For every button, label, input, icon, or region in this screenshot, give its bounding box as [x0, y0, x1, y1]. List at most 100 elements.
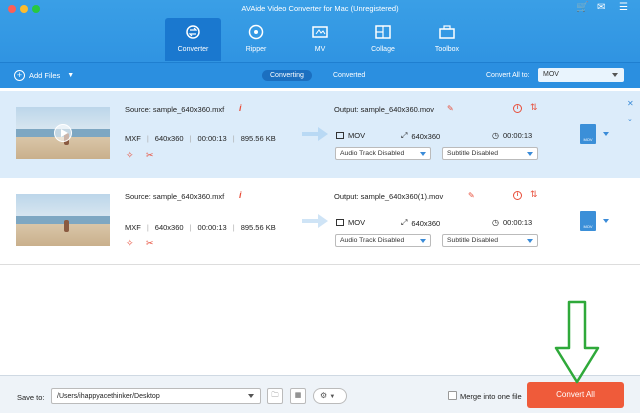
- enhance-icon[interactable]: ✧: [126, 238, 134, 249]
- video-thumbnail[interactable]: [16, 194, 110, 246]
- output-format-badge[interactable]: MOV: [580, 124, 596, 144]
- play-icon[interactable]: [54, 124, 72, 142]
- convert-all-button[interactable]: Convert All: [527, 382, 624, 408]
- tab-toolbox[interactable]: Toolbox: [419, 18, 475, 60]
- info-icon[interactable]: i: [239, 190, 242, 200]
- source-meta: MXF | 640x360 | 00:00:13 | 895.56 KB: [125, 223, 276, 232]
- tab-mv[interactable]: MV: [292, 18, 348, 60]
- resize-icon: ⤢: [401, 218, 408, 227]
- collage-icon: [375, 25, 391, 39]
- edit-icon[interactable]: ✎: [468, 191, 475, 200]
- output-duration: 00:00:13: [502, 131, 533, 140]
- add-files-button[interactable]: + Add Files ▼: [14, 70, 74, 81]
- chevron-down-icon[interactable]: [603, 219, 609, 223]
- source-resolution: 640x360: [154, 134, 184, 143]
- tab-collage[interactable]: Collage: [355, 18, 411, 60]
- info-icon[interactable]: i: [513, 191, 522, 200]
- source-format: MXF: [125, 223, 141, 232]
- source-format: MXF: [125, 134, 141, 143]
- close-icon[interactable]: ✕: [627, 99, 634, 108]
- source-size: 895.56 KB: [240, 134, 276, 143]
- chevron-down-icon[interactable]: ⌄: [627, 115, 633, 123]
- source-filename: Source: sample_640x360.mxf: [125, 105, 225, 114]
- cut-icon[interactable]: ✂: [146, 150, 154, 161]
- resize-icon: ⤢: [401, 131, 408, 140]
- info-icon[interactable]: i: [513, 104, 522, 113]
- feedback-icon[interactable]: ✉: [597, 2, 605, 13]
- convert-all-label: Convert All to:: [486, 72, 530, 79]
- subtitle-value: Subtitle Disabled: [447, 150, 499, 157]
- output-format: MOV: [348, 131, 366, 140]
- subtitle-select[interactable]: Subtitle Disabled: [442, 147, 538, 160]
- source-meta: MXF | 640x360 | 00:00:13 | 895.56 KB: [125, 134, 276, 143]
- tab-ripper-label: Ripper: [245, 46, 267, 53]
- add-files-label: Add Files: [29, 71, 61, 80]
- merge-checkbox[interactable]: [448, 391, 457, 400]
- gear-icon: ⚙: [320, 391, 328, 400]
- chevron-down-icon: [527, 152, 533, 156]
- annotation-arrow-icon: [554, 300, 600, 384]
- tab-mv-label: MV: [314, 46, 326, 53]
- source-resolution: 640x360: [154, 223, 184, 232]
- settings-adjust-icon[interactable]: ⇅: [530, 189, 538, 200]
- settings-adjust-icon[interactable]: ⇅: [530, 102, 538, 113]
- clock-icon: ◷: [492, 131, 499, 140]
- cart-icon[interactable]: 🛒: [576, 2, 588, 13]
- file-row: Source: sample_640x360.mxf i MXF | 640x36…: [0, 91, 640, 178]
- chevron-down-icon: [527, 239, 533, 243]
- tab-converter[interactable]: Converter: [165, 18, 221, 61]
- info-icon[interactable]: i: [239, 103, 242, 113]
- tab-collage-label: Collage: [371, 46, 395, 53]
- subtitle-select[interactable]: Subtitle Disabled: [442, 234, 538, 247]
- convert-all-format-select[interactable]: MOV: [538, 68, 624, 82]
- settings-button[interactable]: ⚙ ▼: [313, 388, 347, 404]
- source-duration: 00:00:13: [197, 223, 227, 232]
- output-filename: Output: sample_640x360(1).mov: [334, 192, 444, 201]
- tab-converting[interactable]: Converting: [262, 70, 312, 81]
- arrow-right-icon: [302, 127, 328, 141]
- bottom-bar: Save to: /Users/ihappyacethinker/Desktop…: [0, 375, 640, 413]
- converter-icon: [186, 25, 200, 39]
- audio-track-value: Audio Track Disabled: [340, 150, 405, 157]
- clock-icon: ◷: [492, 218, 499, 227]
- tab-toolbox-label: Toolbox: [434, 46, 460, 53]
- chevron-down-icon[interactable]: ▼: [67, 72, 74, 79]
- window-title: AVAide Video Converter for Mac (Unregist…: [241, 4, 399, 13]
- format-icon: [336, 132, 344, 139]
- plus-icon: +: [14, 70, 25, 81]
- edit-icon[interactable]: ✎: [447, 104, 454, 113]
- arrow-right-icon: [302, 214, 328, 228]
- output-filename: Output: sample_640x360.mov: [334, 105, 435, 114]
- hardware-acceleration-button[interactable]: ▦: [290, 388, 306, 404]
- source-duration: 00:00:13: [197, 134, 227, 143]
- convert-all-format-value: MOV: [543, 71, 559, 78]
- audio-track-select[interactable]: Audio Track Disabled: [335, 234, 431, 247]
- format-icon: [336, 219, 344, 226]
- chevron-down-icon[interactable]: [603, 132, 609, 136]
- chevron-down-icon: [420, 152, 426, 156]
- enhance-icon[interactable]: ✧: [126, 150, 134, 161]
- tab-ripper[interactable]: Ripper: [228, 18, 284, 60]
- cut-icon[interactable]: ✂: [146, 238, 154, 249]
- save-path-select[interactable]: /Users/ihappyacethinker/Desktop: [51, 388, 261, 404]
- menu-icon[interactable]: ☰: [619, 2, 628, 13]
- source-filename: Source: sample_640x360.mxf: [125, 192, 225, 201]
- merge-label[interactable]: Merge into one file: [460, 392, 522, 401]
- subtitle-value: Subtitle Disabled: [447, 237, 499, 244]
- chevron-down-icon: [612, 73, 618, 77]
- source-size: 895.56 KB: [240, 223, 276, 232]
- mv-icon: [312, 26, 328, 38]
- file-row: Source: sample_640x360.mxf i MXF | 640x36…: [0, 178, 640, 265]
- output-resolution: 640x360: [411, 131, 441, 141]
- output-format-badge[interactable]: MOV: [580, 211, 596, 231]
- save-path-value: /Users/ihappyacethinker/Desktop: [57, 393, 160, 400]
- chevron-down-icon: [420, 239, 426, 243]
- open-folder-button[interactable]: 🗀: [267, 388, 283, 404]
- chevron-down-icon: [248, 394, 254, 398]
- tab-converted[interactable]: Converted: [325, 70, 373, 81]
- disc-icon: [248, 24, 264, 40]
- audio-track-select[interactable]: Audio Track Disabled: [335, 147, 431, 160]
- video-thumbnail[interactable]: [16, 107, 110, 159]
- output-duration: 00:00:13: [502, 218, 533, 227]
- toolbox-icon: [439, 25, 455, 39]
